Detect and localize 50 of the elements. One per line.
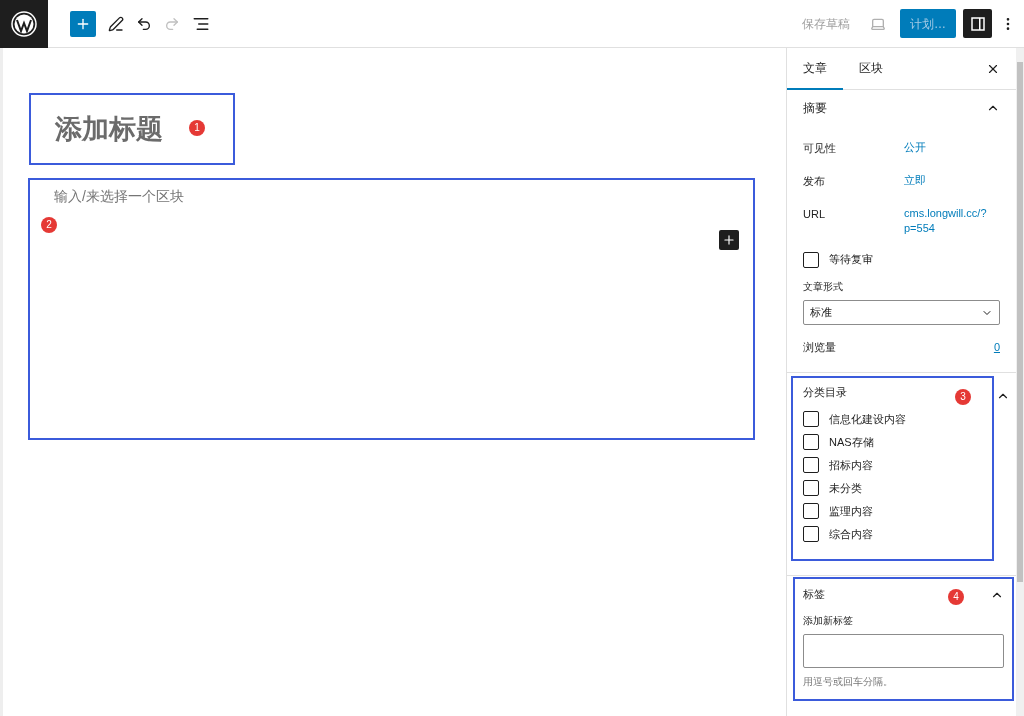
checkbox[interactable] [803,411,819,427]
sidebar-icon [970,16,985,31]
undo-icon[interactable] [136,15,152,32]
field-label: 可见性 [803,141,837,156]
post-format-select[interactable]: 标准 [803,300,1000,325]
block-area[interactable]: 输入/来选择一个区块 2 [28,178,755,440]
sidebar-tab[interactable]: 文章 [787,48,843,90]
sidebar-tab[interactable]: 区块 [843,48,899,90]
tag-input-field[interactable] [803,633,1004,668]
field-label: 添加新标签 [803,613,854,628]
pen-icon[interactable] [108,15,124,32]
checkbox[interactable] [803,251,819,268]
plus-icon [722,233,736,247]
checkbox-label: 招标内容 [829,457,873,473]
number-badge: 2 [41,217,57,233]
checkbox[interactable] [803,503,819,519]
checkbox[interactable] [803,526,819,542]
block-placeholder: 输入/来选择一个区块 [54,187,184,206]
number-badge: 1 [189,120,205,136]
field-label: 发布 [803,174,826,189]
checkbox-label: 综合内容 [829,526,873,542]
help-text: 用逗号或回车分隔。 [803,674,894,689]
field-value-link[interactable]: cms.longwill.cc/?p=554 [904,206,988,236]
field-value-link[interactable]: 公开 [904,140,988,155]
checkbox-label: 信息化建设内容 [829,411,906,427]
title-placeholder: 添加标题 [55,112,163,146]
checkbox-label: 等待复审 [829,252,873,268]
sidebar-toggle-button[interactable] [963,9,992,38]
save-draft-button[interactable]: 保存草稿 [802,14,850,33]
field-value-link[interactable]: 立即 [904,173,988,188]
wordpress-logo[interactable] [0,0,48,48]
tags-heading[interactable]: 标签 [803,586,825,603]
summary-header[interactable]: 摘要 [803,90,1000,126]
field-label: 文章形式 [803,280,844,294]
views-count-link[interactable]: 0 [993,339,1000,356]
checkbox-label: 监理内容 [829,503,873,519]
add-block-button[interactable] [70,10,96,37]
checkbox[interactable] [803,434,819,450]
checkbox-label: NAS存储 [829,434,874,450]
number-badge: 4 [948,588,964,605]
field-label: URL [803,207,826,222]
checkbox[interactable] [803,480,819,496]
number-badge: 3 [955,388,971,405]
title-field[interactable]: 添加标题 1 [29,93,235,165]
checkbox-label: 未分类 [829,480,862,496]
checkbox[interactable] [803,457,819,473]
categories-heading[interactable]: 分类目录 [803,384,847,401]
add-block-button[interactable] [719,230,739,250]
schedule-button[interactable]: 计划… [900,9,956,38]
field-label: 浏览量 [803,340,836,355]
